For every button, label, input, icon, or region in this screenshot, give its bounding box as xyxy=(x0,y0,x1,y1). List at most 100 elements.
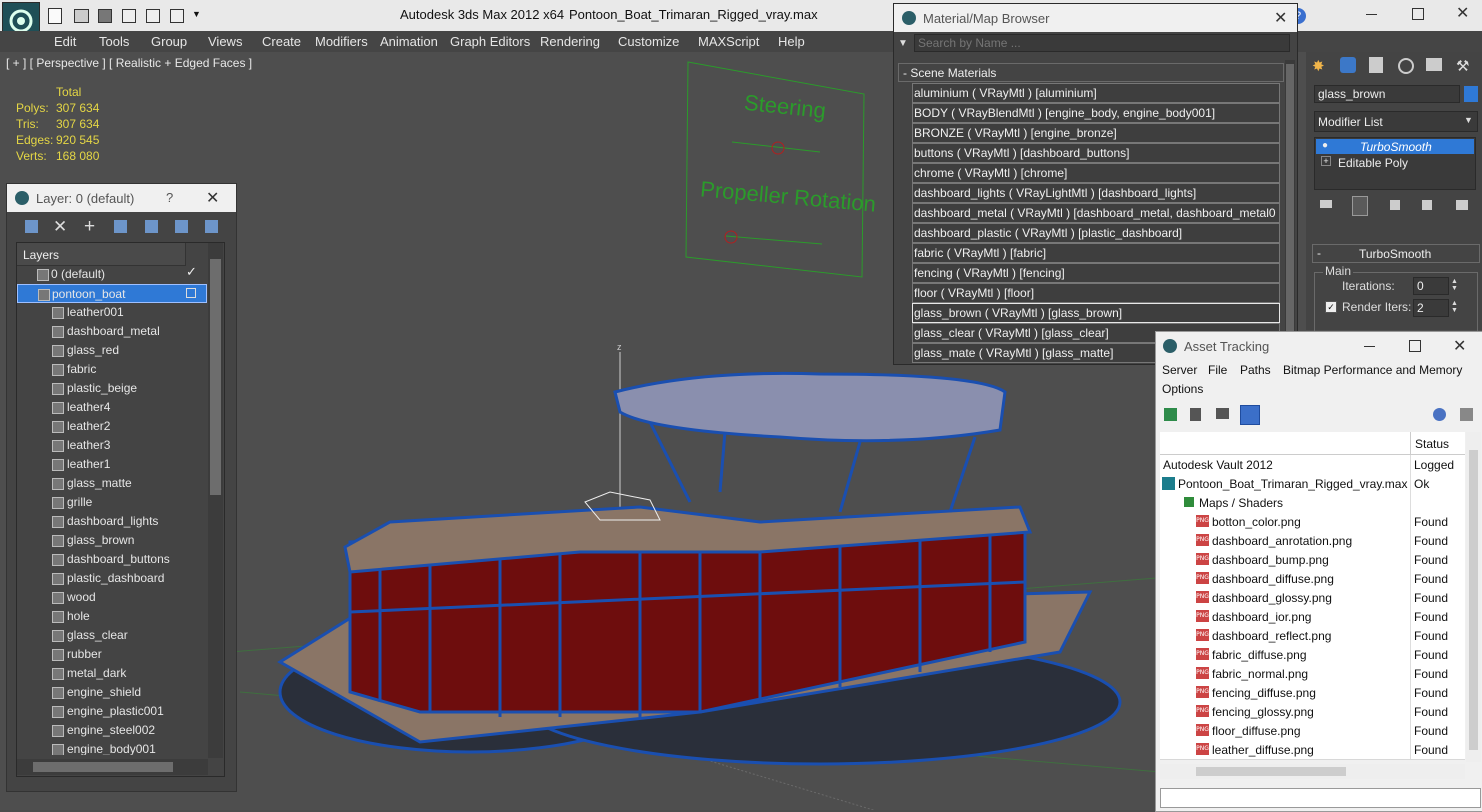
layer-row[interactable]: dashboard_lights xyxy=(17,512,207,531)
layer-row[interactable]: leather1 xyxy=(17,455,207,474)
help-button[interactable]: ? xyxy=(166,190,173,205)
select-layer-icon[interactable] xyxy=(145,220,158,233)
material-item[interactable]: BRONZE ( VRayMtl ) [engine_bronze] xyxy=(912,123,1280,143)
asset-row[interactable]: PNG floor_diffuse.png Found xyxy=(1160,721,1465,741)
object-color-swatch[interactable] xyxy=(1464,86,1478,102)
current-layer-check-icon[interactable]: ✓ xyxy=(186,264,197,280)
viewport-label[interactable]: [ + ] [ Perspective ] [ Realistic + Edge… xyxy=(6,56,252,70)
layer-row[interactable]: dashboard_buttons xyxy=(17,550,207,569)
layer-row[interactable]: engine_plastic001 xyxy=(17,702,207,721)
hide-layer-icon[interactable] xyxy=(205,220,218,233)
material-item[interactable]: floor ( VRayMtl ) [floor] xyxy=(912,283,1280,303)
menu-modifiers[interactable]: Modifiers xyxy=(315,34,368,49)
layer-row[interactable]: leather3 xyxy=(17,436,207,455)
material-item[interactable]: buttons ( VRayMtl ) [dashboard_buttons] xyxy=(912,143,1280,163)
stack-item-turbosmooth[interactable]: ● TurboSmooth xyxy=(1316,139,1474,154)
material-item[interactable]: chrome ( VRayMtl ) [chrome] xyxy=(912,163,1280,183)
asset-row[interactable]: PNG dashboard_ior.png Found xyxy=(1160,607,1465,627)
hscroll-thumb[interactable] xyxy=(33,762,173,772)
close-icon[interactable]: ✕ xyxy=(1453,336,1466,356)
layer-scrollbar[interactable] xyxy=(208,243,223,758)
turbosmooth-rollout[interactable]: - TurboSmooth xyxy=(1312,244,1480,263)
iterations-spinner[interactable]: 0 xyxy=(1413,277,1449,295)
menu-group[interactable]: Group xyxy=(151,34,187,49)
menu-edit[interactable]: Edit xyxy=(54,34,76,49)
layer-hscrollbar[interactable] xyxy=(17,759,208,775)
create-tab-icon[interactable]: ✸ xyxy=(1312,57,1328,75)
layers-header[interactable]: Layers xyxy=(17,243,186,266)
make-unique-icon[interactable] xyxy=(1390,200,1400,210)
menu-rendering[interactable]: Rendering xyxy=(540,34,600,49)
chevron-down-icon[interactable]: ▼ xyxy=(192,9,208,25)
material-item[interactable]: dashboard_lights ( VRayLightMtl ) [dashb… xyxy=(912,183,1280,203)
configure-sets-icon[interactable] xyxy=(1456,200,1468,210)
modify-tab-icon[interactable] xyxy=(1340,57,1356,73)
menu-customize[interactable]: Customize xyxy=(618,34,679,49)
modifier-list-dropdown[interactable]: Modifier List ▼ xyxy=(1314,111,1478,132)
menu-server[interactable]: Server xyxy=(1162,363,1197,377)
asset-hscrollbar[interactable] xyxy=(1160,764,1465,779)
maximize-icon[interactable] xyxy=(1409,340,1421,352)
layer-row[interactable]: dashboard_metal xyxy=(17,322,207,341)
project-folder-icon[interactable] xyxy=(170,9,184,23)
material-item[interactable]: aluminium ( VRayMtl ) [aluminium] xyxy=(912,83,1280,103)
layer-row[interactable]: pontoon_boat xyxy=(17,284,207,303)
layer-row[interactable]: glass_red xyxy=(17,341,207,360)
object-name-field[interactable] xyxy=(1314,85,1460,103)
asset-row[interactable]: Autodesk Vault 2012Logged O xyxy=(1160,455,1465,486)
asset-path-field[interactable] xyxy=(1160,788,1481,808)
layer-row[interactable]: hole xyxy=(17,607,207,626)
expand-icon[interactable]: + xyxy=(1321,156,1331,166)
set-current-layer-icon[interactable] xyxy=(175,220,188,233)
asset-row[interactable]: PNG botton_color.png Found xyxy=(1160,512,1465,532)
search-input[interactable] xyxy=(914,34,1290,52)
menu-paths[interactable]: Paths xyxy=(1240,363,1271,377)
save-icon[interactable] xyxy=(98,9,112,23)
undo-icon[interactable] xyxy=(122,9,136,23)
layer-row[interactable]: wood xyxy=(17,588,207,607)
menu-options[interactable]: Options xyxy=(1162,382,1203,396)
utilities-tab-icon[interactable]: ⚒ xyxy=(1456,57,1472,75)
layer-row[interactable]: glass_brown xyxy=(17,531,207,550)
stack-item-editable-poly[interactable]: + Editable Poly xyxy=(1316,155,1474,170)
asset-row[interactable]: PNG dashboard_glossy.png Found xyxy=(1160,588,1465,608)
spinner-arrows-icon[interactable]: ▲ ▼ xyxy=(1451,300,1458,314)
layer-row[interactable]: plastic_dashboard xyxy=(17,569,207,588)
scene-materials-group[interactable]: - Scene Materials xyxy=(898,63,1284,82)
spinner-arrows-icon[interactable]: ▲ ▼ xyxy=(1451,278,1458,292)
menu-graph-editors[interactable]: Graph Editors xyxy=(450,34,530,49)
pin-stack-icon[interactable] xyxy=(1320,200,1332,208)
material-item[interactable]: fencing ( VRayMtl ) [fencing] xyxy=(912,263,1280,283)
search-dropdown-icon[interactable]: ▼ xyxy=(898,38,908,49)
menu-animation[interactable]: Animation xyxy=(380,34,438,49)
layer-row[interactable]: grille xyxy=(17,493,207,512)
layer-row[interactable]: glass_matte xyxy=(17,474,207,493)
hscroll-thumb[interactable] xyxy=(1196,767,1346,776)
close-icon[interactable]: ✕ xyxy=(1274,8,1287,28)
layer-row[interactable]: rubber xyxy=(17,645,207,664)
create-layer-icon[interactable] xyxy=(25,220,38,233)
table-view-icon[interactable] xyxy=(1240,405,1260,425)
add-icon[interactable]: + xyxy=(84,216,100,237)
settings-icon[interactable] xyxy=(1460,408,1473,421)
menu-help[interactable]: Help xyxy=(778,34,805,49)
thumbnail-view-icon[interactable] xyxy=(1216,408,1229,419)
help-icon[interactable] xyxy=(1433,408,1446,421)
hierarchy-tab-icon[interactable] xyxy=(1369,57,1383,73)
refresh-icon[interactable] xyxy=(1164,408,1177,421)
asset-row[interactable]: Pontoon_Boat_Trimaran_Rigged_vray.max Ok xyxy=(1160,474,1465,494)
layer-row[interactable]: engine_shield xyxy=(17,683,207,702)
asset-row[interactable]: PNG dashboard_diffuse.png Found xyxy=(1160,569,1465,589)
minimize-icon[interactable] xyxy=(1364,346,1375,347)
close-icon[interactable]: ✕ xyxy=(1456,3,1469,23)
layer-row[interactable]: glass_clear xyxy=(17,626,207,645)
material-item[interactable]: dashboard_metal ( VRayMtl ) [dashboard_m… xyxy=(912,203,1280,223)
render-iters-checkbox[interactable]: ✓ xyxy=(1325,301,1337,313)
asset-row[interactable]: PNG fabric_normal.png Found xyxy=(1160,664,1465,684)
scroll-thumb[interactable] xyxy=(1469,450,1478,750)
asset-row[interactable]: PNG dashboard_reflect.png Found xyxy=(1160,626,1465,646)
redo-icon[interactable] xyxy=(146,9,160,23)
delete-icon[interactable]: ✕ xyxy=(53,217,69,236)
menu-bitmap-performance[interactable]: Bitmap Performance and Memory xyxy=(1283,363,1462,377)
layer-row[interactable]: leather2 xyxy=(17,417,207,436)
